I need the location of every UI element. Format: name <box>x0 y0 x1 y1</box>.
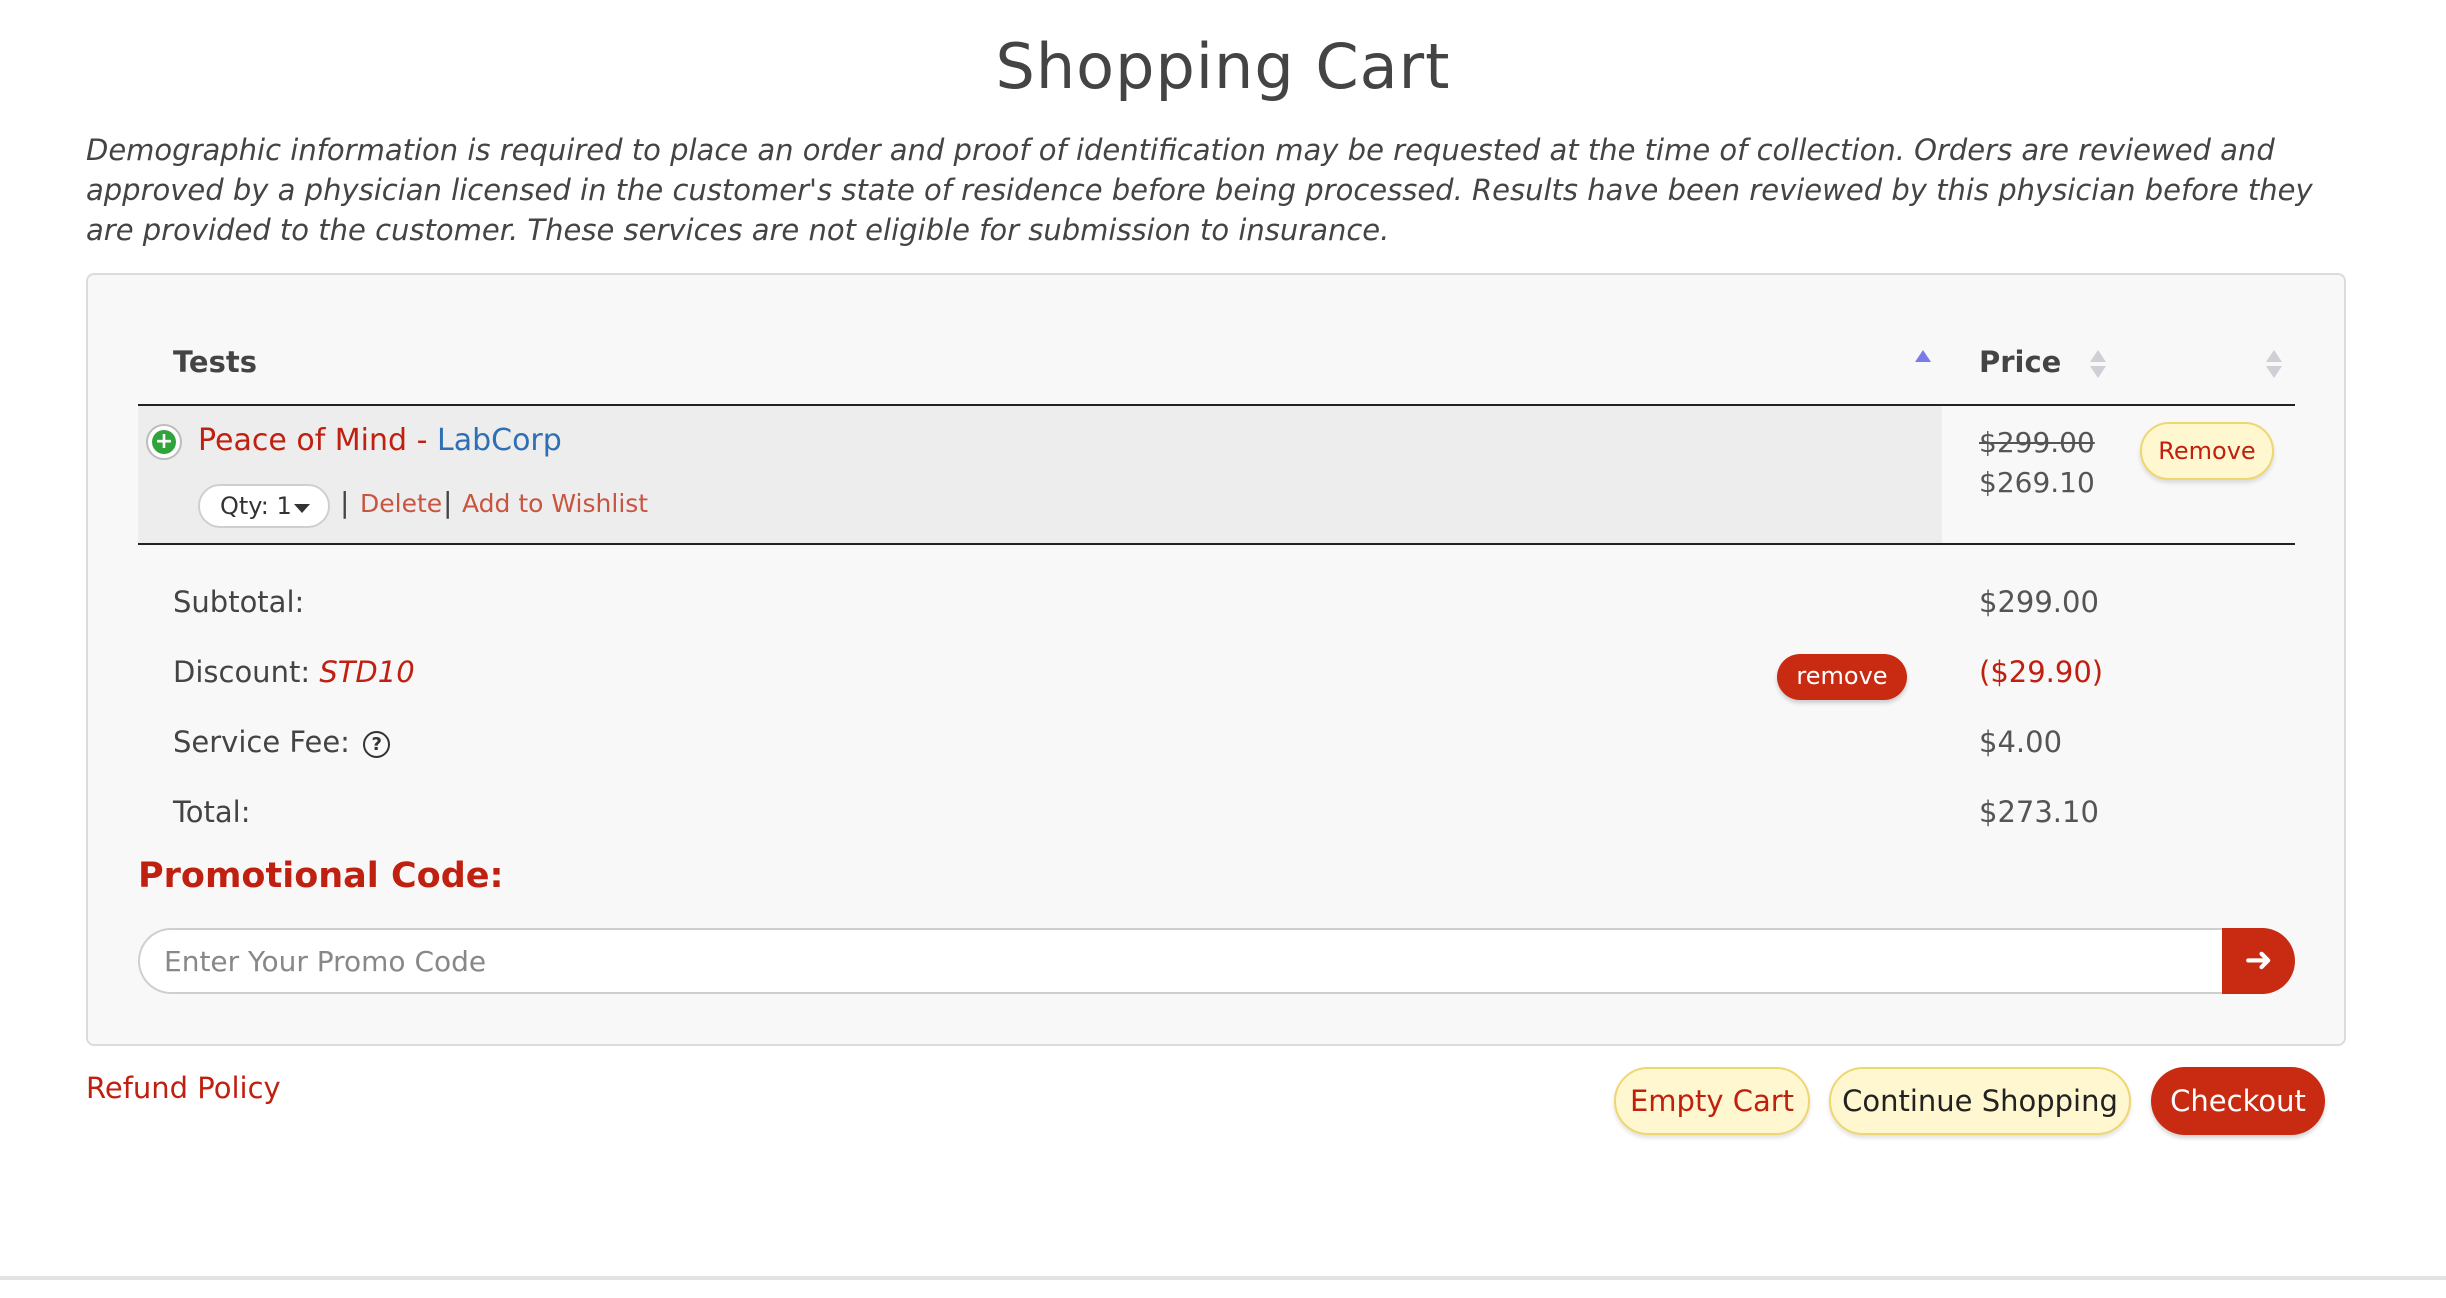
remove-discount-button[interactable]: remove <box>1777 654 1907 700</box>
plus-circle-icon[interactable]: + <box>146 424 182 460</box>
link-divider: | <box>443 486 453 519</box>
service-fee-row: Service Fee: ? <box>173 725 391 759</box>
discount-value: ($29.90) <box>1979 655 2104 689</box>
page-bottom-divider <box>0 1276 2446 1280</box>
continue-shopping-button[interactable]: Continue Shopping <box>1829 1067 2131 1135</box>
service-fee-label: Service Fee: <box>173 725 350 759</box>
empty-cart-button[interactable]: Empty Cart <box>1614 1067 1810 1135</box>
checkout-button[interactable]: Checkout <box>2151 1067 2325 1135</box>
table-row-divider <box>138 543 2295 545</box>
remove-item-button[interactable]: Remove <box>2140 422 2274 480</box>
link-divider: | <box>340 486 350 519</box>
discount-label: Discount: <box>173 655 311 689</box>
sort-icon[interactable] <box>2089 350 2107 382</box>
caret-down-icon <box>294 504 310 513</box>
qty-select[interactable]: Qty: 1 <box>198 484 330 528</box>
disclaimer-text: Demographic information is required to p… <box>86 133 2313 247</box>
total-value: $273.10 <box>1979 795 2099 829</box>
price-column-header[interactable]: Price <box>1979 345 2061 379</box>
subtotal-label: Subtotal: <box>173 585 305 619</box>
promo-code-label: Promotional Code: <box>138 856 504 896</box>
qty-select-value: Qty: 1 <box>220 492 292 520</box>
sort-icon[interactable] <box>2265 350 2283 382</box>
delete-link[interactable]: Delete <box>360 489 442 518</box>
discount-row: Discount: STD10 <box>173 655 415 689</box>
item-name-separator: - <box>407 423 437 458</box>
page-title: Shopping Cart <box>995 30 1451 103</box>
tests-column-header[interactable]: Tests <box>173 345 257 379</box>
item-name-link[interactable]: Peace of Mind <box>198 423 407 458</box>
question-circle-icon[interactable]: ? <box>363 730 391 758</box>
item-lab-link[interactable]: LabCorp <box>437 423 562 458</box>
discounted-price: $269.10 <box>1979 466 2095 499</box>
promo-submit-button[interactable]: ➜ <box>2222 928 2295 994</box>
original-price: $299.00 <box>1979 426 2095 459</box>
discount-code: STD10 <box>319 655 415 689</box>
total-label: Total: <box>173 795 251 829</box>
add-to-wishlist-link[interactable]: Add to Wishlist <box>462 489 648 518</box>
item-title: Peace of Mind - LabCorp <box>198 423 562 458</box>
arrow-right-icon: ➜ <box>2244 940 2273 980</box>
refund-policy-link[interactable]: Refund Policy <box>86 1071 281 1105</box>
promo-code-input[interactable] <box>138 928 2222 994</box>
sort-asc-icon[interactable] <box>1914 350 1932 382</box>
service-fee-value: $4.00 <box>1979 725 2063 759</box>
subtotal-value: $299.00 <box>1979 585 2099 619</box>
